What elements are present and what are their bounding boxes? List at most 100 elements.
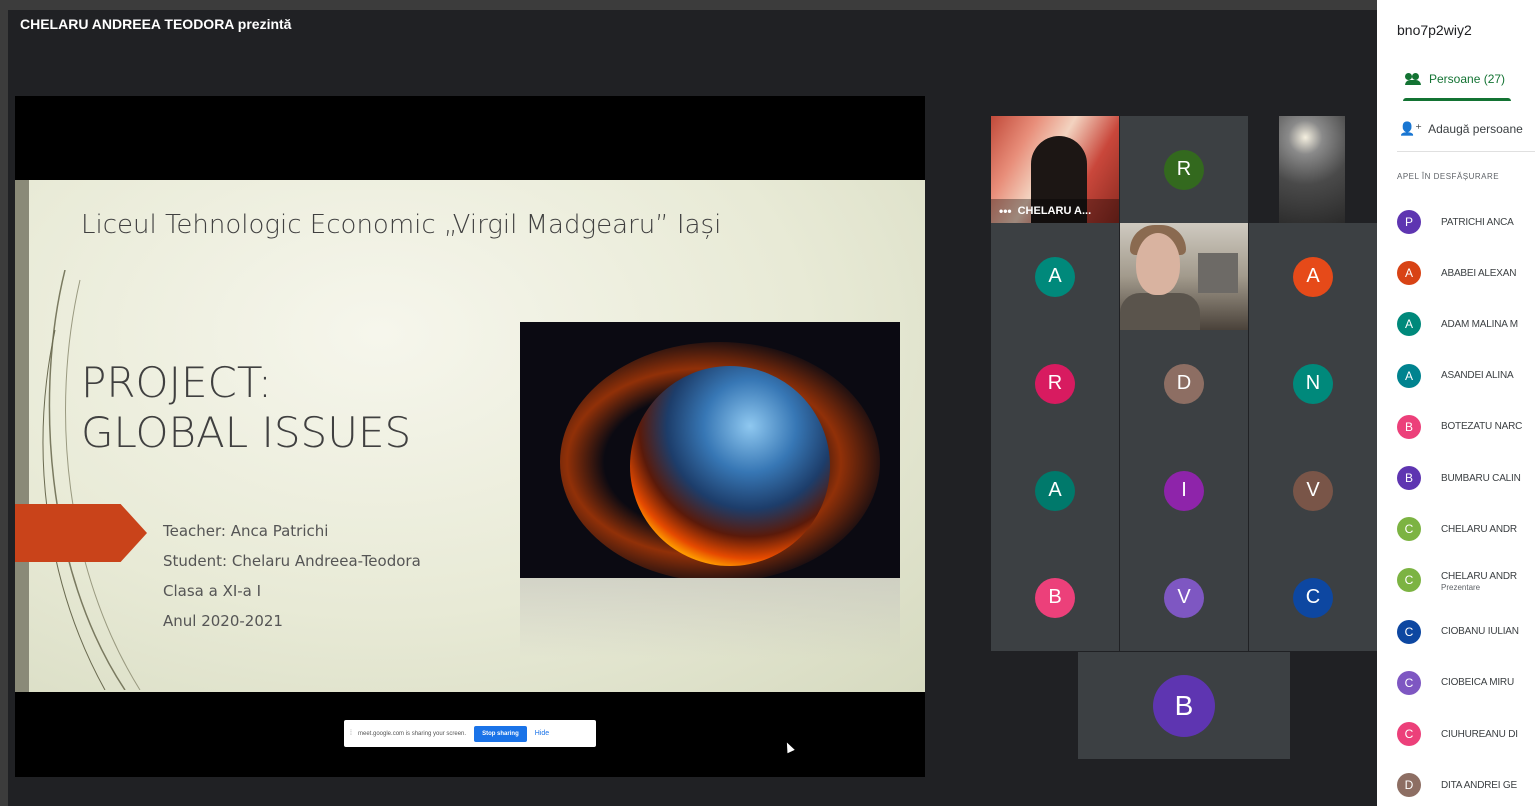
participant-name: CIOBEICA MIRU xyxy=(1441,677,1514,689)
participant-row[interactable]: C CIOBEICA MIRU xyxy=(1397,669,1535,697)
participant-status: Prezentare xyxy=(1441,583,1481,593)
avatar: R xyxy=(1164,149,1204,190)
participant-name: ABABEI ALEXAN xyxy=(1441,267,1517,279)
tile-avatar[interactable]: V xyxy=(1249,437,1377,544)
participant-name: ASANDEI ALINA xyxy=(1441,370,1514,382)
slide-year: Anul 2020-2021 xyxy=(163,612,283,630)
avatar: N xyxy=(1293,363,1333,404)
add-people-label: Adaugă persoane xyxy=(1428,122,1523,136)
tile-presenter-video[interactable]: ••• CHELARU A... xyxy=(991,116,1119,227)
participant-name: CIOBANU IULIAN xyxy=(1441,626,1519,638)
slide-title-line2: GLOBAL ISSUES xyxy=(81,408,412,457)
participant-avatar: B xyxy=(1397,414,1421,439)
participant-body xyxy=(1120,293,1200,330)
slide-class: Clasa a XI-a I xyxy=(163,582,262,600)
participant-avatar: C xyxy=(1397,619,1421,644)
tab-people-label: Persoane (27) xyxy=(1429,72,1506,86)
avatar: C xyxy=(1293,577,1333,618)
meeting-stage: CHELARU ANDREEA TEODORA prezintă Liceul … xyxy=(8,10,1377,806)
avatar: I xyxy=(1164,470,1204,511)
tab-people[interactable]: Persoane (27) xyxy=(1405,72,1505,86)
presenter-namebar: ••• CHELARU A... xyxy=(991,199,1119,223)
hide-button[interactable]: Hide xyxy=(535,730,549,737)
participant-avatar: P xyxy=(1397,210,1421,234)
people-panel: bno7p2wiy2 Persoane (27) 👤⁺ Adaugă perso… xyxy=(1377,0,1535,806)
slide-arrow-shape xyxy=(15,504,147,562)
participant-row[interactable]: P PATRICHI ANCA xyxy=(1397,208,1535,236)
participant-avatar: A xyxy=(1397,363,1421,388)
slide-teacher: Teacher: Anca Patrichi xyxy=(163,522,329,540)
participant-row[interactable]: C CIUHUREANU DI xyxy=(1397,720,1535,748)
participant-avatar: C xyxy=(1397,568,1421,593)
presentation-slide: Liceul Tehnologic Economic „Virgil Madge… xyxy=(15,180,925,692)
tile-avatar[interactable]: N xyxy=(1249,330,1377,437)
screen-share-bar: ⁞ meet.google.com is sharing your screen… xyxy=(344,720,596,747)
participant-tiles: ••• CHELARU A... R A A R D N A I V B V C xyxy=(991,116,1377,662)
tile-avatar[interactable]: A xyxy=(991,437,1119,544)
participant-name: DITA ANDREI GE xyxy=(1441,779,1517,791)
add-person-icon: 👤⁺ xyxy=(1399,121,1423,136)
tile-avatar[interactable]: A xyxy=(1249,223,1377,330)
section-label: APEL ÎN DESFĂȘURARE xyxy=(1397,172,1500,181)
participant-avatar: A xyxy=(1397,312,1421,337)
participant-name: CHELARU ANDR xyxy=(1441,523,1517,535)
tile-avatar[interactable]: V xyxy=(1120,544,1248,651)
tile-ceiling-video[interactable] xyxy=(1279,116,1345,223)
avatar: V xyxy=(1164,577,1204,618)
tile-avatar[interactable]: C xyxy=(1249,544,1377,651)
presenter-banner: CHELARU ANDREEA TEODORA prezintă xyxy=(20,16,292,32)
tile-avatar[interactable]: R xyxy=(1120,116,1248,223)
tile-participant-video[interactable] xyxy=(1120,223,1248,330)
slide-title-line1: PROJECT: xyxy=(81,358,273,407)
avatar: R xyxy=(1035,363,1075,404)
participant-avatar: B xyxy=(1397,466,1421,490)
burning-planet-image xyxy=(520,322,900,578)
meeting-code: bno7p2wiy2 xyxy=(1397,22,1472,38)
people-icon xyxy=(1405,73,1423,85)
participant-avatar: A xyxy=(1397,261,1421,286)
participant-name: PATRICHI ANCA xyxy=(1441,216,1514,228)
slide-title: PROJECT: GLOBAL ISSUES xyxy=(81,358,411,458)
participant-row[interactable]: A ABABEI ALEXAN xyxy=(1397,259,1535,287)
participant-row[interactable]: C CHELARU ANDR Prezentare xyxy=(1397,566,1535,594)
participant-avatar: C xyxy=(1397,517,1421,542)
tab-active-indicator xyxy=(1403,98,1511,101)
participant-row[interactable]: B BOTEZATU NARC xyxy=(1397,413,1535,441)
avatar-large: B xyxy=(1153,674,1215,737)
participant-row[interactable]: C CHELARU ANDR xyxy=(1397,515,1535,543)
avatar: B xyxy=(1035,577,1075,618)
avatar: A xyxy=(1035,470,1075,511)
tile-avatar[interactable]: D xyxy=(1120,330,1248,437)
shared-screen: Liceul Tehnologic Economic „Virgil Madge… xyxy=(15,96,925,777)
presenter-tile-name: CHELARU A... xyxy=(1017,205,1092,217)
participant-avatar: C xyxy=(1397,670,1421,695)
planet xyxy=(630,366,830,566)
participant-avatar: C xyxy=(1397,722,1421,746)
slide-info: Teacher: Anca Patrichi Student: Chelaru … xyxy=(163,516,421,636)
participant-name: BUMBARU CALIN xyxy=(1441,472,1521,484)
image-reflection xyxy=(520,578,900,658)
mouse-cursor-icon xyxy=(783,740,795,754)
avatar: D xyxy=(1164,363,1204,404)
stop-sharing-button[interactable]: Stop sharing xyxy=(474,725,527,742)
avatar: V xyxy=(1293,470,1333,511)
tile-avatar[interactable]: A xyxy=(991,223,1119,330)
avatar: A xyxy=(1035,256,1075,297)
slide-school-name: Liceul Tehnologic Economic „Virgil Madge… xyxy=(81,210,722,240)
slide-decorative-curves xyxy=(42,270,141,690)
participant-row[interactable]: A ASANDEI ALINA xyxy=(1397,362,1535,390)
participant-row[interactable]: C CIOBANU IULIAN xyxy=(1397,618,1535,646)
tile-avatar-large[interactable]: B xyxy=(1078,652,1290,759)
add-people-button[interactable]: 👤⁺ Adaugă persoane xyxy=(1399,121,1523,137)
tile-avatar[interactable]: B xyxy=(991,544,1119,651)
participant-row[interactable]: D DITA ANDREI GE xyxy=(1397,771,1535,799)
participant-face xyxy=(1136,233,1180,295)
participant-row[interactable]: A ADAM MALINA M xyxy=(1397,310,1535,338)
participant-row[interactable]: B BUMBARU CALIN xyxy=(1397,464,1535,492)
drag-handle-icon[interactable]: ⁞ xyxy=(350,730,354,737)
tile-avatar[interactable]: I xyxy=(1120,437,1248,544)
participant-name: BOTEZATU NARC xyxy=(1441,421,1523,433)
tile-avatar[interactable]: R xyxy=(991,330,1119,437)
more-options-icon[interactable]: ••• xyxy=(999,204,1012,218)
participant-name: CIUHUREANU DI xyxy=(1441,728,1518,740)
